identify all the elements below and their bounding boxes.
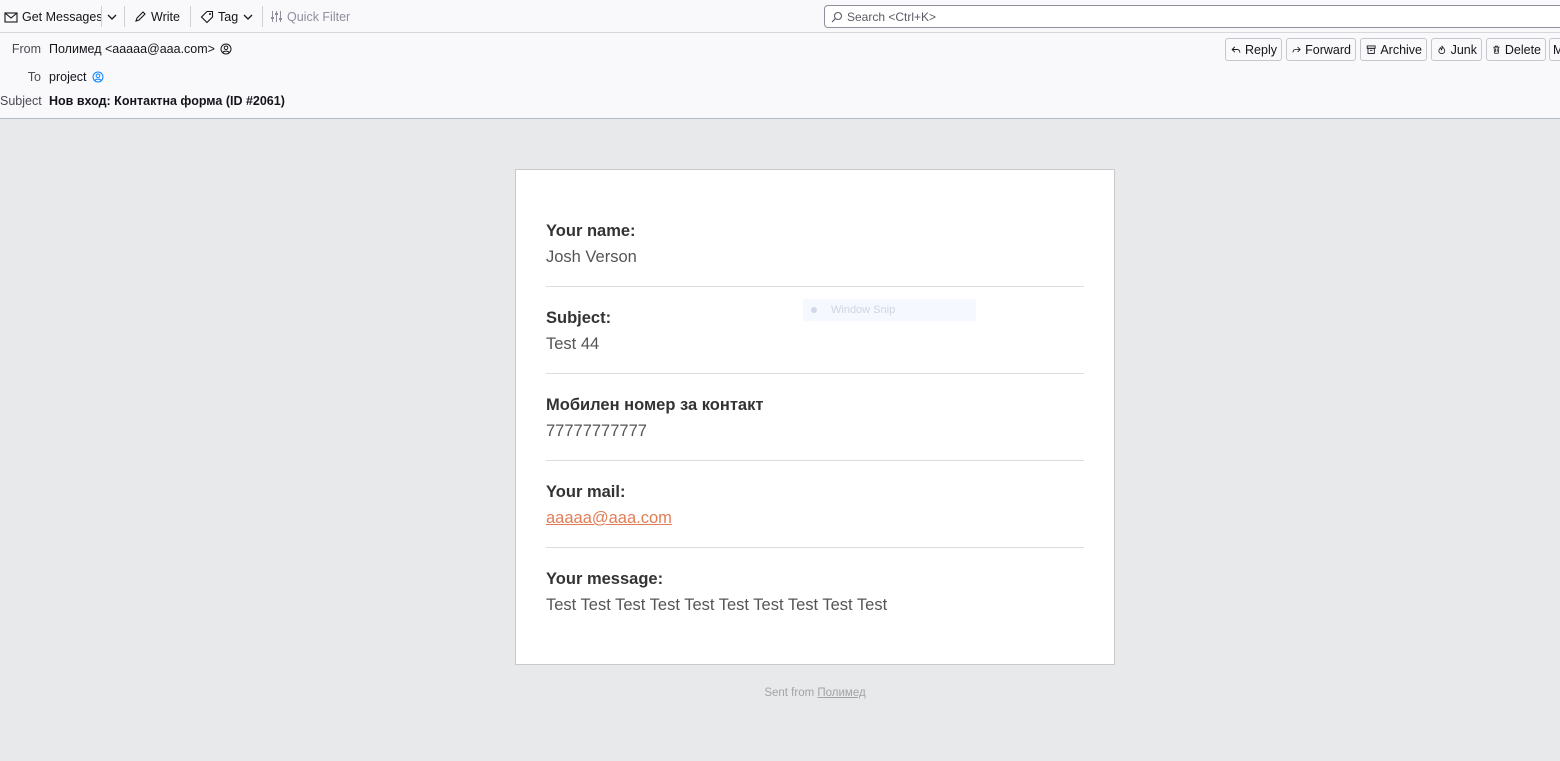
junk-flame-icon [1438, 45, 1446, 54]
field-divider [546, 373, 1084, 374]
search-placeholder: Search <Ctrl+K> [847, 9, 937, 24]
footer-sender-link[interactable]: Полимед [817, 687, 865, 699]
field-value: Test Test Test Test Test Test Test Test … [546, 596, 888, 614]
toolbar-separator [190, 6, 191, 27]
write-label: Write [151, 9, 180, 24]
get-messages-dropdown[interactable] [106, 0, 118, 33]
field-your-message: Your message: Test Test Test Test Test T… [546, 569, 1084, 615]
field-label: Мобилен номер за контакт [546, 396, 764, 414]
forward-label: Forward [1305, 42, 1351, 57]
email-link[interactable]: aaaaa@aaa.com [546, 508, 1084, 528]
field-mobile-number: Мобилен номер за контакт 77777777777 [546, 395, 1084, 441]
message-footer: Sent from Полимед [515, 687, 1115, 699]
quick-filter-label: Quick Filter [287, 9, 351, 24]
filter-sliders-icon [271, 11, 282, 22]
reply-label: Reply [1245, 42, 1277, 57]
more-button[interactable]: M [1549, 38, 1560, 61]
to-value[interactable]: project [49, 70, 104, 84]
contact-icon[interactable] [92, 71, 104, 83]
field-value: Josh Verson [546, 248, 637, 266]
get-messages-label: Get Messages [22, 9, 103, 24]
toolbar-separator [101, 6, 102, 27]
field-divider [546, 547, 1084, 548]
trash-icon [1493, 45, 1500, 54]
message-card: Your name: Josh Verson Subject: Test 44 … [515, 169, 1115, 665]
forward-icon [1292, 46, 1301, 53]
get-messages-button[interactable]: Get Messages [4, 0, 103, 33]
field-label: Your name: [546, 222, 636, 240]
toolbar-separator [124, 6, 125, 27]
tag-button[interactable]: Tag [200, 0, 254, 33]
chevron-down-icon [107, 14, 117, 20]
delete-button[interactable]: Delete [1486, 38, 1546, 61]
mail-download-icon [4, 11, 18, 23]
junk-button[interactable]: Junk [1431, 38, 1482, 61]
window-snip-overlay: Window Snip [803, 299, 976, 321]
forward-button[interactable]: Forward [1286, 38, 1356, 61]
footer-prefix: Sent from [764, 687, 815, 699]
field-label: Your mail: [546, 483, 626, 501]
field-value: Test 44 [546, 335, 600, 353]
snip-label: Window Snip [831, 304, 896, 316]
archive-icon [1366, 45, 1376, 54]
to-recipient[interactable]: project [49, 70, 87, 84]
subject-value: Нов вход: Контактна форма (ID #2061) [49, 94, 285, 108]
field-divider [546, 460, 1084, 461]
search-icon [831, 11, 843, 22]
from-address[interactable]: Полимед <aaaaa@aaa.com> [49, 42, 215, 56]
field-your-name: Your name: Josh Verson [546, 221, 1084, 267]
to-label: To [27, 70, 41, 84]
more-label: M [1553, 43, 1560, 57]
junk-label: Junk [1450, 42, 1477, 57]
global-search-input[interactable]: Search <Ctrl+K> [824, 5, 1560, 28]
archive-label: Archive [1380, 42, 1422, 57]
field-label: Your message: [546, 570, 664, 588]
reply-button[interactable]: Reply [1225, 38, 1282, 61]
snip-indicator-icon [811, 307, 817, 313]
field-divider [546, 286, 1084, 287]
message-header: From Полимед <aaaaa@aaa.com> To project … [0, 33, 1560, 119]
field-your-mail: Your mail: aaaaa@aaa.com [546, 482, 1084, 528]
delete-label: Delete [1504, 42, 1541, 57]
tag-label: Tag [218, 9, 239, 24]
quick-filter-button[interactable]: Quick Filter [270, 0, 350, 33]
field-value: 77777777777 [546, 422, 647, 440]
archive-button[interactable]: Archive [1360, 38, 1427, 61]
subject-label: Subject [0, 94, 42, 108]
from-value[interactable]: Полимед <aaaaa@aaa.com> [49, 42, 232, 56]
from-label: From [11, 42, 41, 56]
chevron-down-icon [243, 14, 253, 20]
main-toolbar: Get Messages Write Tag Quick Filter Sear… [0, 0, 1560, 33]
tag-icon [200, 10, 214, 23]
pencil-icon [135, 11, 146, 22]
contact-icon[interactable] [220, 43, 232, 55]
toolbar-separator [262, 6, 263, 27]
write-button[interactable]: Write [134, 0, 180, 33]
reply-icon [1231, 46, 1241, 53]
